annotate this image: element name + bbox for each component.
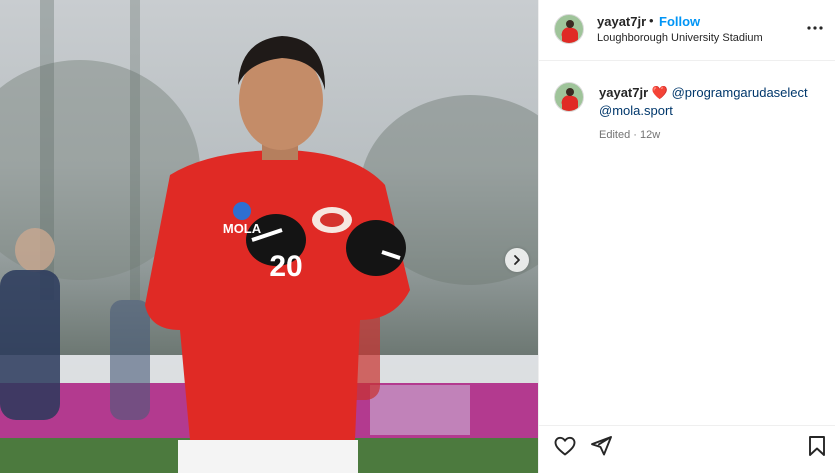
post-location[interactable]: Loughborough University Stadium <box>597 32 763 44</box>
chevron-right-icon <box>514 255 520 265</box>
caption-avatar[interactable] <box>554 82 584 112</box>
caption-emoji: ❤️ <box>651 85 668 100</box>
heart-icon <box>554 436 576 456</box>
post-header: yayat7jr • Follow Loughborough Universit… <box>539 0 835 61</box>
post-side-panel: yayat7jr • Follow Loughborough Universit… <box>538 0 835 473</box>
author-username[interactable]: yayat7jr <box>597 14 646 29</box>
more-options-icon <box>807 26 823 30</box>
mention-link[interactable]: @programgarudaselect <box>672 85 808 100</box>
post-caption: yayat7jr ❤️ @programgarudaselect @mola.s… <box>599 84 824 120</box>
mention-link[interactable]: @mola.sport <box>599 103 673 118</box>
more-options-button[interactable] <box>803 18 827 38</box>
next-photo-button[interactable] <box>505 248 529 272</box>
like-button[interactable] <box>553 434 577 458</box>
separator-dot: • <box>649 13 654 28</box>
save-button[interactable] <box>805 434 829 458</box>
paper-plane-icon <box>591 436 612 456</box>
avatar[interactable] <box>554 14 584 44</box>
caption-username[interactable]: yayat7jr <box>599 85 648 100</box>
follow-button[interactable]: Follow <box>659 14 700 29</box>
jersey-sponsor: MOLA <box>223 221 262 236</box>
player-photo: MOLA 20 <box>0 0 538 473</box>
action-bar <box>539 425 835 465</box>
share-button[interactable] <box>589 434 613 458</box>
bookmark-icon <box>809 436 825 456</box>
jersey-number: 20 <box>269 250 302 283</box>
post-photo[interactable]: MOLA 20 <box>0 0 538 473</box>
post-meta: Edited · 12w <box>599 129 661 141</box>
